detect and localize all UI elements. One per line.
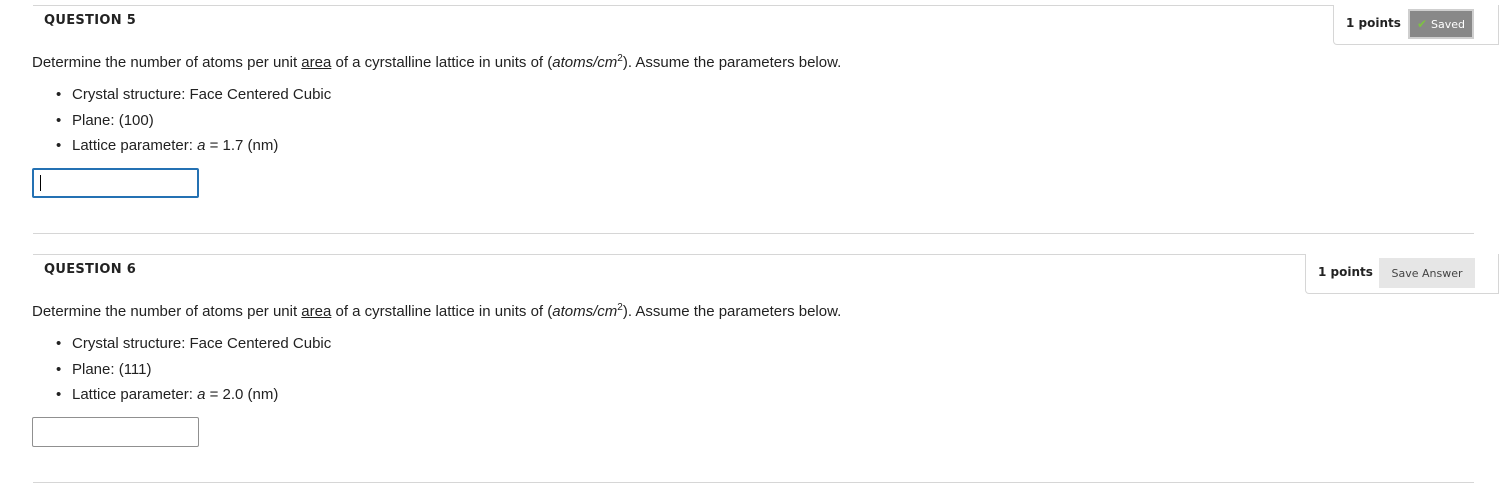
prompt-underlined: area bbox=[301, 303, 332, 320]
check-icon: ✔ bbox=[1416, 17, 1428, 31]
param-lattice: Lattice parameter: a = 2.0 (nm) bbox=[56, 382, 331, 408]
param-structure: Crystal structure: Face Centered Cubic bbox=[56, 82, 331, 108]
question-divider bbox=[33, 5, 1499, 6]
answer-input[interactable] bbox=[32, 168, 199, 198]
question-divider bbox=[33, 254, 1499, 255]
prompt-unit: atoms/cm bbox=[552, 303, 618, 320]
question-bottom-divider bbox=[33, 482, 1474, 483]
prompt-text-post: ). Assume the parameters below. bbox=[622, 54, 842, 71]
saved-button[interactable]: ✔ Saved bbox=[1408, 9, 1474, 39]
lattice-label: Lattice parameter: bbox=[72, 386, 198, 403]
saved-label: Saved bbox=[1431, 17, 1466, 31]
points-label: 1 points bbox=[1318, 265, 1373, 279]
prompt-text: Determine the number of atoms per unit bbox=[32, 303, 302, 320]
prompt-text-mid: of a cyrstalline lattice in units of ( bbox=[331, 54, 553, 71]
param-plane: Plane: (111) bbox=[56, 357, 331, 383]
points-panel: 1 points ✔ Saved bbox=[1333, 5, 1499, 45]
save-answer-button[interactable]: Save Answer bbox=[1379, 258, 1475, 288]
param-structure: Crystal structure: Face Centered Cubic bbox=[56, 331, 331, 357]
prompt-unit: atoms/cm bbox=[552, 54, 618, 71]
prompt-text-mid: of a cyrstalline lattice in units of ( bbox=[331, 303, 553, 320]
param-plane: Plane: (100) bbox=[56, 108, 331, 134]
points-panel: 1 points Save Answer bbox=[1305, 254, 1499, 294]
question-prompt: Determine the number of atoms per unit a… bbox=[32, 53, 841, 71]
text-cursor bbox=[40, 175, 41, 191]
param-lattice: Lattice parameter: a = 1.7 (nm) bbox=[56, 133, 331, 159]
prompt-text: Determine the number of atoms per unit bbox=[32, 54, 302, 71]
question-prompt: Determine the number of atoms per unit a… bbox=[32, 302, 841, 320]
question-title: QUESTION 5 bbox=[44, 13, 137, 28]
question-bottom-divider bbox=[33, 233, 1474, 234]
points-label: 1 points bbox=[1346, 16, 1401, 30]
question-title: QUESTION 6 bbox=[44, 262, 137, 277]
prompt-underlined: area bbox=[301, 54, 332, 71]
parameter-list: Crystal structure: Face Centered Cubic P… bbox=[56, 82, 331, 159]
lattice-value: = 1.7 (nm) bbox=[205, 137, 279, 154]
prompt-text-post: ). Assume the parameters below. bbox=[622, 303, 842, 320]
lattice-value: = 2.0 (nm) bbox=[205, 386, 279, 403]
answer-input[interactable] bbox=[32, 417, 199, 447]
parameter-list: Crystal structure: Face Centered Cubic P… bbox=[56, 331, 331, 408]
lattice-label: Lattice parameter: bbox=[72, 137, 198, 154]
